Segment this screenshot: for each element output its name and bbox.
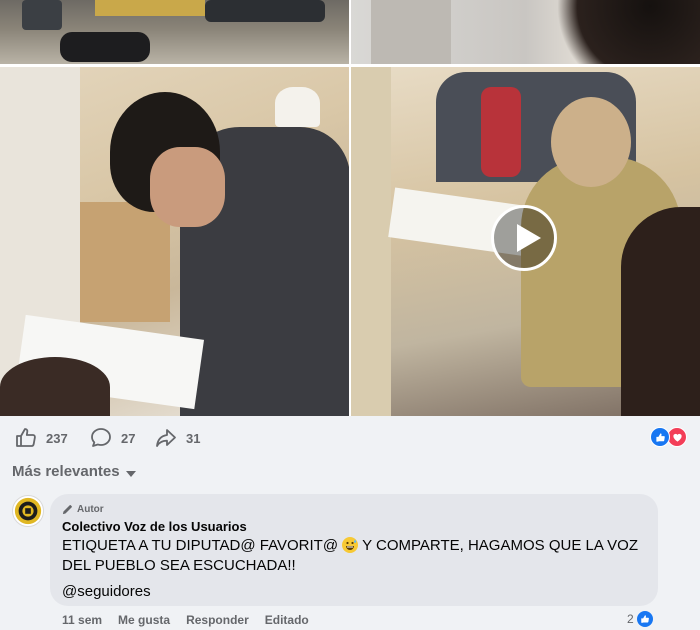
comment-reply-button[interactable]: Responder (186, 613, 249, 627)
share-arrow-icon (156, 429, 176, 447)
comment-reaction-count[interactable]: 2 (627, 611, 653, 627)
share-count: 31 (186, 430, 201, 446)
post-action-bar: 237 27 31 (0, 416, 700, 456)
edited-label[interactable]: Editado (265, 613, 309, 627)
photo-thumbnail-3[interactable] (0, 67, 349, 416)
comment-count: 27 (121, 430, 136, 446)
post-media-grid (0, 0, 700, 416)
pencil-icon (62, 504, 72, 514)
like-reaction-icon (636, 611, 653, 627)
commenter-name[interactable]: Colectivo Voz de los Usuarios (62, 519, 646, 534)
author-badge-label: Autor (77, 503, 104, 515)
grinning-sweat-emoji-icon (342, 537, 359, 553)
like-reaction-icon (650, 427, 670, 447)
thumb-up-outline-icon (16, 428, 36, 447)
like-button[interactable]: 237 (14, 426, 68, 450)
photo-thumbnail-2[interactable] (351, 0, 700, 64)
mention-link[interactable]: @seguidores (62, 583, 646, 600)
comment-timestamp[interactable]: 11 sem (62, 613, 102, 627)
caret-down-icon (125, 470, 136, 477)
comment-text: ETIQUETA A TU DIPUTAD@ FAVORIT@ Y COMPAR… (62, 536, 646, 576)
reaction-summary[interactable] (650, 427, 687, 447)
video-thumbnail[interactable] (351, 67, 700, 416)
comment-sort-label: Más relevantes (12, 463, 120, 480)
comment-text-part-1: ETIQUETA A TU DIPUTAD@ FAVORIT@ (62, 537, 343, 554)
share-button[interactable]: 31 (154, 426, 200, 450)
commenter-avatar[interactable] (12, 495, 44, 527)
comment-bubble: Autor Colectivo Voz de los Usuarios ETIQ… (50, 494, 658, 606)
play-video-button[interactable] (491, 205, 557, 271)
comment-bubble-icon (91, 428, 111, 447)
photo-thumbnail-1[interactable] (0, 0, 349, 64)
love-reaction-icon (667, 427, 687, 447)
author-badge: Autor (62, 502, 646, 516)
comment-sort-dropdown[interactable]: Más relevantes (12, 463, 136, 480)
like-count: 237 (46, 430, 68, 446)
comment-button[interactable]: 27 (89, 426, 135, 450)
comment-like-button[interactable]: Me gusta (118, 613, 170, 627)
comment-actions: 11 sem Me gusta Responder Editado (62, 613, 309, 627)
comment-like-count: 2 (627, 612, 634, 626)
